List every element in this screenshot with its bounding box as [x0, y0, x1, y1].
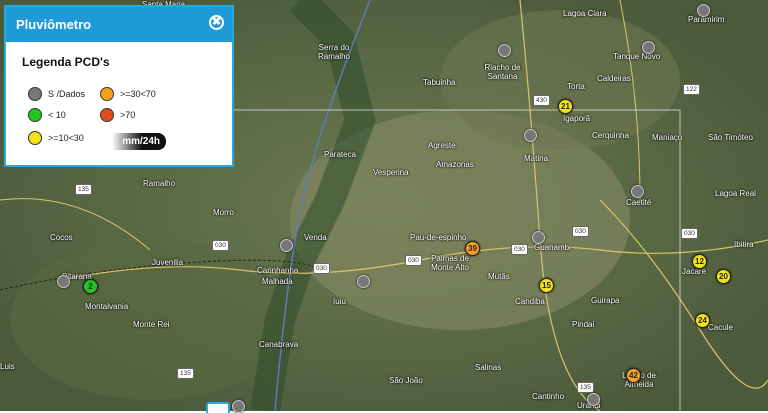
- place-label: Cerquinha: [592, 131, 629, 140]
- legend-label: >=10<30: [48, 133, 84, 143]
- station-marker-no-data[interactable]: [697, 4, 710, 17]
- legend-dot-icon: [100, 108, 114, 122]
- place-label: Vesperina: [373, 168, 409, 177]
- place-label: Guanambi: [534, 243, 571, 252]
- legend-dot-icon: [28, 108, 42, 122]
- station-marker[interactable]: 2: [83, 279, 98, 294]
- legend-item-30-70: >=30<70: [100, 87, 156, 101]
- legend-label: >=30<70: [120, 89, 156, 99]
- place-label: Monte Rei: [133, 320, 170, 329]
- legend-dot-icon: [28, 87, 42, 101]
- legend-label: S /Dados: [48, 89, 86, 99]
- place-label: Ibitira: [734, 240, 754, 249]
- legend-dot-icon: [100, 87, 114, 101]
- place-label: Morro: [213, 208, 234, 217]
- station-marker[interactable]: 12: [692, 254, 707, 269]
- place-label: Serra do Ramalho: [317, 43, 350, 61]
- place-label: Agreste: [428, 141, 456, 150]
- place-label: Carinhanha: [257, 266, 299, 275]
- legend-label: < 10: [48, 110, 66, 120]
- place-label: Matina: [524, 154, 549, 163]
- station-marker-no-data[interactable]: [524, 129, 537, 142]
- place-label: Cocos: [50, 233, 73, 242]
- station-marker-no-data[interactable]: [232, 400, 245, 413]
- place-label: Lagoa Clara: [563, 9, 607, 18]
- legend-item-lt-10: < 10: [28, 108, 66, 122]
- place-label: Guirapa: [591, 296, 620, 305]
- road-shield: 030: [313, 263, 330, 274]
- place-label: Tabuinha: [423, 78, 456, 87]
- place-label: Cantinho: [532, 392, 565, 401]
- station-marker-no-data[interactable]: [357, 275, 370, 288]
- secondary-panel-edge[interactable]: [206, 402, 230, 413]
- station-marker[interactable]: 15: [539, 278, 554, 293]
- place-label: Iuiu: [333, 297, 346, 306]
- road-shield: 030: [212, 240, 229, 251]
- place-label: Maniaçu: [652, 133, 683, 142]
- station-marker[interactable]: 21: [558, 99, 573, 114]
- panel-header: Pluviômetro ✖: [6, 7, 232, 42]
- road-shield: 030: [572, 226, 589, 237]
- place-label: Palmas de Monte Alto: [431, 254, 469, 272]
- place-label: São João: [389, 376, 423, 385]
- place-label: Ramalho: [143, 179, 176, 188]
- road-shield: 135: [75, 184, 92, 195]
- place-label: São Timóteo: [708, 133, 753, 142]
- panel-title: Pluviômetro: [16, 17, 92, 32]
- station-marker-no-data[interactable]: [280, 239, 293, 252]
- place-label: Lagoa Real: [715, 189, 756, 198]
- place-label: Amazonas: [436, 160, 474, 169]
- place-label: Venda: [304, 233, 327, 242]
- station-marker-no-data[interactable]: [642, 41, 655, 54]
- place-label: Pindaí: [572, 320, 595, 329]
- station-marker[interactable]: 39: [465, 241, 480, 256]
- station-marker[interactable]: 20: [716, 269, 731, 284]
- close-icon[interactable]: ✖: [209, 15, 224, 30]
- legend-title: Legenda PCD's: [22, 55, 110, 69]
- station-marker-no-data[interactable]: [498, 44, 511, 57]
- unit-label: mm/24h: [106, 133, 166, 150]
- road-shield: 430: [533, 95, 550, 106]
- road-shield: 135: [577, 382, 594, 393]
- legend-label: >70: [120, 110, 136, 120]
- road-shield: 030: [511, 244, 528, 255]
- place-label: Mutãs: [488, 272, 510, 281]
- legend-item-10-30: >=10<30: [28, 131, 84, 145]
- legend-item-gt-70: >70: [100, 108, 135, 122]
- place-label: Caldeiras: [597, 74, 631, 83]
- place-label: Riacho de Santana: [484, 63, 521, 81]
- place-label: Igaporã: [563, 114, 591, 123]
- road-shield: 135: [177, 368, 194, 379]
- legend-dot-icon: [28, 131, 42, 145]
- place-label: Salinas: [475, 363, 502, 372]
- place-label: Malhada: [262, 277, 293, 286]
- station-marker[interactable]: 42: [626, 368, 641, 383]
- road-shield: 122: [683, 84, 700, 95]
- place-label: Caetité: [626, 198, 652, 207]
- station-marker-no-data[interactable]: [532, 231, 545, 244]
- place-label: Luis: [0, 362, 15, 371]
- place-label: Canabrava: [259, 340, 299, 349]
- station-marker[interactable]: 24: [695, 313, 710, 328]
- legend-item-no-data: S /Dados: [28, 87, 85, 101]
- place-label: Tanque Novo: [613, 52, 661, 61]
- place-label: Pau-de-espinho: [410, 233, 467, 242]
- road-shield: 030: [681, 228, 698, 239]
- place-label: Montalvania: [85, 302, 129, 311]
- station-marker-no-data[interactable]: [587, 393, 600, 406]
- place-label: Torta: [567, 82, 585, 91]
- road-shield: 030: [405, 255, 422, 266]
- station-marker-no-data[interactable]: [631, 185, 644, 198]
- place-label: Parateca: [324, 150, 357, 159]
- pluviometer-panel: Pluviômetro ✖ Legenda PCD's S /Dados >=3…: [4, 5, 234, 167]
- place-label: Juvenilia: [152, 258, 184, 267]
- station-marker-no-data[interactable]: [57, 275, 70, 288]
- place-label: Candiba: [515, 297, 545, 306]
- place-label: Cacule: [708, 323, 733, 332]
